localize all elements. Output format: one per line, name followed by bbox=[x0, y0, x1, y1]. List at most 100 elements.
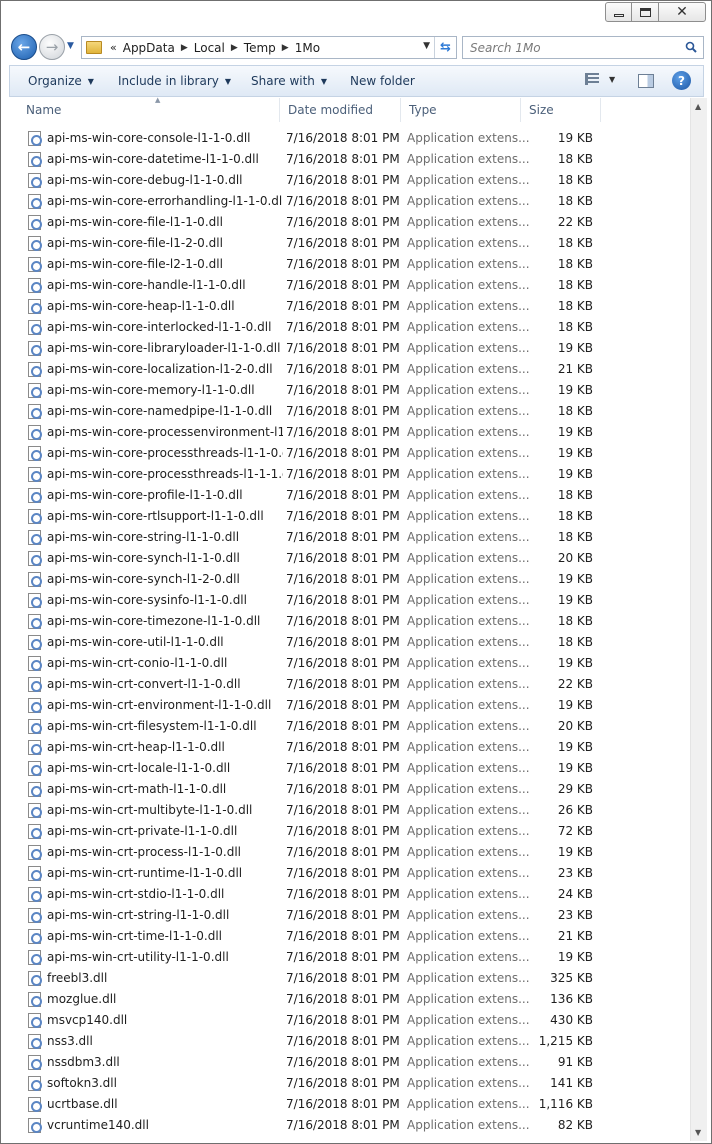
file-row[interactable]: nssdbm3.dll 7/16/2018 8:01 PM Application … bbox=[9, 1052, 689, 1073]
column-header-type[interactable]: Type bbox=[401, 98, 521, 122]
file-row[interactable]: api-ms-win-core-rtlsupport-l1-1-0.dll 7/1… bbox=[9, 506, 689, 527]
back-button[interactable]: ← bbox=[11, 34, 37, 60]
file-size: 19 KB bbox=[557, 761, 593, 775]
refresh-button[interactable]: ⇆ bbox=[434, 37, 456, 58]
file-row[interactable]: api-ms-win-crt-process-l1-1-0.dll 7/16/20… bbox=[9, 842, 689, 863]
file-row[interactable]: api-ms-win-core-profile-l1-1-0.dll 7/16/2… bbox=[9, 485, 689, 506]
breadcrumb-overflow[interactable]: « bbox=[110, 41, 117, 54]
minimize-icon bbox=[613, 13, 624, 17]
file-row[interactable]: api-ms-win-crt-time-l1-1-0.dll 7/16/2018 … bbox=[9, 926, 689, 947]
file-row[interactable]: api-ms-win-crt-convert-l1-1-0.dll 7/16/20… bbox=[9, 674, 689, 695]
column-header-size[interactable]: Size bbox=[521, 98, 601, 122]
file-row[interactable]: api-ms-win-crt-string-l1-1-0.dll 7/16/201… bbox=[9, 905, 689, 926]
scroll-down-icon[interactable]: ▼ bbox=[695, 1128, 701, 1137]
file-size: 18 KB bbox=[557, 509, 593, 523]
file-row[interactable]: api-ms-win-crt-private-l1-1-0.dll 7/16/20… bbox=[9, 821, 689, 842]
file-row[interactable]: api-ms-win-core-synch-l1-1-0.dll 7/16/201… bbox=[9, 548, 689, 569]
file-row[interactable]: api-ms-win-core-timezone-l1-1-0.dll 7/16/… bbox=[9, 611, 689, 632]
search-icon[interactable] bbox=[685, 41, 697, 53]
file-size: 19 KB bbox=[557, 572, 593, 586]
address-bar[interactable]: « AppData ▶ Local ▶ Temp ▶ 1Mo ▼ ⇆ bbox=[81, 36, 457, 59]
file-row[interactable]: msvcp140.dll 7/16/2018 8:01 PM Application… bbox=[9, 1010, 689, 1031]
minimize-button[interactable] bbox=[605, 2, 632, 22]
breadcrumb-separator-icon[interactable]: ▶ bbox=[231, 43, 238, 53]
preview-pane-button[interactable] bbox=[638, 74, 654, 88]
file-row[interactable]: api-ms-win-core-file-l1-2-0.dll 7/16/2018… bbox=[9, 233, 689, 254]
breadcrumb-appdata[interactable]: AppData bbox=[123, 41, 175, 55]
column-header-date-modified[interactable]: Date modified bbox=[280, 98, 401, 122]
breadcrumb-separator-icon[interactable]: ▶ bbox=[181, 43, 188, 53]
file-row[interactable]: api-ms-win-crt-runtime-l1-1-0.dll 7/16/20… bbox=[9, 863, 689, 884]
new-folder-label: New folder bbox=[350, 74, 415, 88]
address-dropdown-icon[interactable]: ▼ bbox=[423, 41, 430, 51]
file-row[interactable]: api-ms-win-core-heap-l1-1-0.dll 7/16/2018… bbox=[9, 296, 689, 317]
file-row[interactable]: api-ms-win-crt-conio-l1-1-0.dll 7/16/2018… bbox=[9, 653, 689, 674]
file-row[interactable]: api-ms-win-crt-utility-l1-1-0.dll 7/16/20… bbox=[9, 947, 689, 968]
breadcrumb: « AppData ▶ Local ▶ Temp ▶ 1Mo bbox=[110, 41, 320, 55]
file-row[interactable]: api-ms-win-core-localization-l1-2-0.dll 7… bbox=[9, 359, 689, 380]
file-row[interactable]: api-ms-win-core-interlocked-l1-1-0.dll 7/… bbox=[9, 317, 689, 338]
file-row[interactable]: api-ms-win-core-console-l1-1-0.dll 7/16/2… bbox=[9, 128, 689, 149]
command-bar: Organize ▼ Include in library ▼ Share wi… bbox=[9, 65, 704, 97]
file-row[interactable]: api-ms-win-core-sysinfo-l1-1-0.dll 7/16/2… bbox=[9, 590, 689, 611]
breadcrumb-1mo[interactable]: 1Mo bbox=[295, 41, 320, 55]
file-row[interactable]: softokn3.dll 7/16/2018 8:01 PM Application… bbox=[9, 1073, 689, 1094]
file-row[interactable]: api-ms-win-crt-multibyte-l1-1-0.dll 7/16/… bbox=[9, 800, 689, 821]
close-button[interactable]: ✕ bbox=[658, 2, 706, 22]
file-name: api-ms-win-core-sysinfo-l1-1-0.dll bbox=[47, 593, 247, 607]
file-row[interactable]: api-ms-win-core-synch-l1-2-0.dll 7/16/201… bbox=[9, 569, 689, 590]
help-button[interactable]: ? bbox=[672, 71, 691, 90]
file-row[interactable]: freebl3.dll 7/16/2018 8:01 PM Application … bbox=[9, 968, 689, 989]
scroll-up-icon[interactable]: ▲ bbox=[695, 102, 701, 111]
file-row[interactable]: api-ms-win-crt-heap-l1-1-0.dll 7/16/2018 … bbox=[9, 737, 689, 758]
file-row[interactable]: api-ms-win-core-file-l1-1-0.dll 7/16/2018… bbox=[9, 212, 689, 233]
recent-pages-dropdown[interactable]: ▼ bbox=[67, 39, 77, 53]
file-row[interactable]: api-ms-win-crt-stdio-l1-1-0.dll 7/16/2018… bbox=[9, 884, 689, 905]
change-view-button[interactable]: ▼ bbox=[585, 73, 615, 85]
breadcrumb-temp[interactable]: Temp bbox=[244, 41, 276, 55]
search-input[interactable]: Search 1Mo bbox=[470, 41, 541, 55]
file-row[interactable]: api-ms-win-core-debug-l1-1-0.dll 7/16/201… bbox=[9, 170, 689, 191]
file-date-modified: 7/16/2018 8:01 PM bbox=[286, 551, 400, 565]
file-row[interactable]: api-ms-win-core-string-l1-1-0.dll 7/16/20… bbox=[9, 527, 689, 548]
file-row[interactable]: api-ms-win-core-datetime-l1-1-0.dll 7/16/… bbox=[9, 149, 689, 170]
file-date-modified: 7/16/2018 8:01 PM bbox=[286, 992, 400, 1006]
file-row[interactable]: api-ms-win-core-libraryloader-l1-1-0.dll… bbox=[9, 338, 689, 359]
file-type: Application extens... bbox=[407, 740, 530, 754]
file-row[interactable]: ucrtbase.dll 7/16/2018 8:01 PM Application… bbox=[9, 1094, 689, 1115]
search-box[interactable]: Search 1Mo bbox=[462, 36, 704, 59]
file-row[interactable]: api-ms-win-core-util-l1-1-0.dll 7/16/2018… bbox=[9, 632, 689, 653]
file-row[interactable]: api-ms-win-core-processenvironment-l1...… bbox=[9, 422, 689, 443]
file-row[interactable]: api-ms-win-crt-math-l1-1-0.dll 7/16/2018 … bbox=[9, 779, 689, 800]
file-date-modified: 7/16/2018 8:01 PM bbox=[286, 278, 400, 292]
breadcrumb-local[interactable]: Local bbox=[194, 41, 225, 55]
file-row[interactable]: api-ms-win-core-namedpipe-l1-1-0.dll 7/16… bbox=[9, 401, 689, 422]
file-date-modified: 7/16/2018 8:01 PM bbox=[286, 614, 400, 628]
file-row[interactable]: api-ms-win-crt-filesystem-l1-1-0.dll 7/16… bbox=[9, 716, 689, 737]
file-row[interactable]: api-ms-win-core-handle-l1-1-0.dll 7/16/20… bbox=[9, 275, 689, 296]
refresh-icon: ⇆ bbox=[440, 40, 451, 55]
column-header-type-label: Type bbox=[409, 103, 437, 117]
include-in-library-button[interactable]: Include in library ▼ bbox=[118, 74, 231, 88]
file-row[interactable]: api-ms-win-core-errorhandling-l1-1-0.dll… bbox=[9, 191, 689, 212]
file-row[interactable]: mozglue.dll 7/16/2018 8:01 PM Application … bbox=[9, 989, 689, 1010]
organize-button[interactable]: Organize ▼ bbox=[28, 74, 94, 88]
file-name: nss3.dll bbox=[47, 1034, 93, 1048]
column-header-name[interactable]: Name ▲ bbox=[18, 96, 280, 122]
vertical-scrollbar[interactable]: ▲ ▼ bbox=[690, 98, 707, 1141]
file-row[interactable]: api-ms-win-crt-locale-l1-1-0.dll 7/16/201… bbox=[9, 758, 689, 779]
new-folder-button[interactable]: New folder bbox=[350, 74, 415, 88]
file-row[interactable]: vcruntime140.dll 7/16/2018 8:01 PM Applica… bbox=[9, 1115, 689, 1136]
maximize-button[interactable] bbox=[631, 2, 659, 22]
breadcrumb-separator-icon[interactable]: ▶ bbox=[282, 43, 289, 53]
forward-button[interactable]: → bbox=[39, 34, 65, 60]
file-row[interactable]: api-ms-win-core-memory-l1-1-0.dll 7/16/20… bbox=[9, 380, 689, 401]
file-row[interactable]: nss3.dll 7/16/2018 8:01 PM Application ext… bbox=[9, 1031, 689, 1052]
file-row[interactable]: api-ms-win-core-processthreads-l1-1-1.dl… bbox=[9, 464, 689, 485]
file-row[interactable]: api-ms-win-core-file-l2-1-0.dll 7/16/2018… bbox=[9, 254, 689, 275]
file-row[interactable]: api-ms-win-core-processthreads-l1-1-0.dl… bbox=[9, 443, 689, 464]
dll-file-icon bbox=[28, 362, 42, 377]
dll-file-icon bbox=[28, 467, 42, 482]
share-with-button[interactable]: Share with ▼ bbox=[251, 74, 327, 88]
file-row[interactable]: api-ms-win-crt-environment-l1-1-0.dll 7/1… bbox=[9, 695, 689, 716]
